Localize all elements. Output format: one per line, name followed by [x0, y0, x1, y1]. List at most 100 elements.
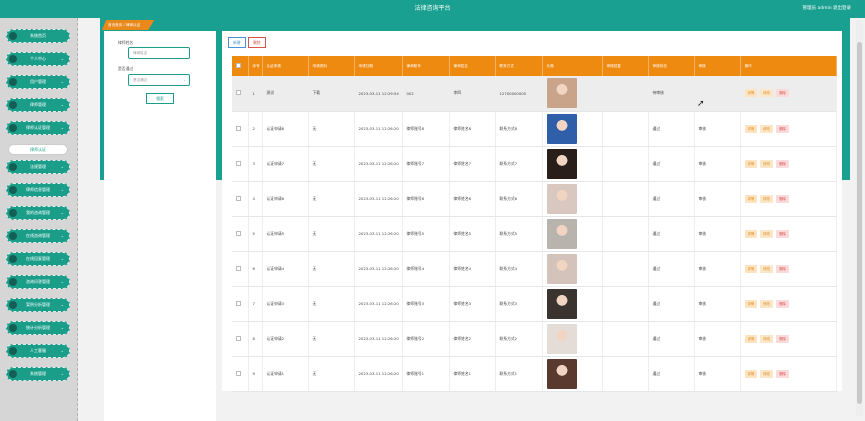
table-row[interactable]: 4 认证申请6 无 2023-03-11 12:26:20 律师账号6 律师姓名6 联系方式… [232, 181, 837, 217]
row-select-cell[interactable] [232, 146, 249, 182]
sidebar-item-14[interactable]: 人工客服 ⌄ [6, 344, 70, 358]
search-button[interactable]: 搜索 [146, 93, 174, 104]
delete-button[interactable]: 删除 [248, 37, 266, 48]
table-row[interactable]: 7 认证申请3 无 2023-03-11 12:26:20 律师账号3 律师姓名3 联系方式… [232, 286, 837, 322]
add-button[interactable]: 新增 [228, 37, 246, 48]
detail-button[interactable]: 详情 [744, 299, 758, 308]
edit-button[interactable]: 修改 [760, 264, 774, 273]
sidebar-item-4[interactable]: 律师认证管理 ⌄ [6, 121, 70, 135]
sidebar-item-8[interactable]: 我的咨询管理 ⌄ [6, 206, 70, 220]
table-row[interactable]: 6 认证申请4 无 2023-03-11 12:26:20 律师账号4 律师姓名4 联系方式… [232, 251, 837, 287]
avatar[interactable] [546, 253, 577, 284]
avatar[interactable] [546, 358, 577, 389]
avatar[interactable] [546, 148, 577, 179]
avatar[interactable] [546, 183, 577, 214]
row-select-cell[interactable] [232, 181, 249, 217]
row-select-cell[interactable] [232, 216, 249, 252]
scrollbar[interactable] [856, 20, 863, 416]
detail-button[interactable]: 详情 [744, 89, 758, 98]
edit-button[interactable]: 修改 [760, 369, 774, 378]
sidebar-item-1[interactable]: 个人中心 ⌄ [6, 52, 70, 66]
edit-button[interactable]: 修改 [760, 89, 774, 98]
avatar[interactable] [546, 78, 577, 109]
avatar[interactable] [546, 218, 577, 249]
user-info[interactable]: 管理员 admin 退出登录 [803, 0, 851, 18]
sidebar-item-0[interactable]: 系统首页 [6, 29, 70, 43]
row-delete-button[interactable]: 删除 [776, 264, 789, 273]
sidebar-item-11[interactable]: 咨询问答管理 ⌄ [6, 275, 70, 289]
row-select-cell[interactable] [232, 286, 249, 322]
sidebar-item-9[interactable]: 在线咨询管理 ⌄ [6, 229, 70, 243]
table-row[interactable]: 9 认证申请1 无 2023-03-11 12:26:20 律师账号1 律师姓名1 联系方式… [232, 356, 837, 392]
row-checkbox[interactable] [236, 265, 241, 271]
edit-button[interactable]: 修改 [760, 124, 774, 133]
row-select-cell[interactable] [232, 356, 249, 392]
detail-button[interactable]: 详情 [744, 159, 758, 168]
cell-review[interactable]: 审核 [694, 321, 741, 357]
row-delete-button[interactable]: 删除 [776, 194, 789, 203]
edit-button[interactable]: 修改 [760, 334, 774, 343]
scrollbar-thumb[interactable] [857, 42, 862, 404]
row-select-cell[interactable] [232, 321, 249, 357]
cell-review[interactable]: 审核 [694, 146, 741, 182]
row-delete-button[interactable]: 删除 [776, 89, 789, 98]
sidebar-item-15[interactable]: 系统管理 ⌄ [6, 367, 70, 381]
table-row[interactable]: 1 测试 下载 2023-03-11 12:29:54 002 李四 12700000005… [232, 76, 837, 112]
row-delete-button[interactable]: 删除 [776, 299, 789, 308]
cell-review[interactable]: 审核 [694, 286, 741, 322]
sidebar-item-10[interactable]: 在线回复管理 ⌄ [6, 252, 70, 266]
avatar[interactable] [546, 113, 577, 144]
cell-review[interactable]: 审核 [694, 111, 741, 147]
edit-button[interactable]: 修改 [760, 229, 774, 238]
row-checkbox[interactable] [236, 335, 241, 341]
select-all-checkbox[interactable] [236, 63, 241, 68]
cell-no: 6 [248, 251, 263, 287]
row-select-cell[interactable] [232, 111, 249, 147]
row-delete-button[interactable]: 删除 [776, 124, 789, 133]
name-filter-input[interactable]: 律师姓名 [128, 47, 190, 59]
detail-button[interactable]: 详情 [744, 264, 758, 273]
breadcrumb[interactable]: 首页首页 / 律师认证 [102, 20, 154, 30]
row-select-cell[interactable] [232, 76, 249, 112]
detail-button[interactable]: 详情 [744, 194, 758, 203]
row-select-cell[interactable] [232, 251, 249, 287]
cell-review[interactable]: 审核 [694, 356, 741, 392]
row-delete-button[interactable]: 删除 [776, 334, 789, 343]
edit-button[interactable]: 修改 [760, 194, 774, 203]
sidebar-item-7[interactable]: 律师信息管理 ⌄ [6, 183, 70, 197]
status-filter-select[interactable]: 是否通过 ⌄ [128, 74, 190, 86]
table-row[interactable]: 2 认证申请8 无 2023-03-11 12:26:20 律师账号8 律师姓名8 联系方式… [232, 111, 837, 147]
row-checkbox[interactable] [236, 300, 241, 306]
sidebar-item-3[interactable]: 律师管理 ⌄ [6, 98, 70, 112]
sidebar-item-12[interactable]: 案例分析管理 ⌄ [6, 298, 70, 312]
row-delete-button[interactable]: 删除 [776, 229, 789, 238]
detail-button[interactable]: 详情 [744, 229, 758, 238]
avatar[interactable] [546, 288, 577, 319]
detail-button[interactable]: 详情 [744, 369, 758, 378]
detail-button[interactable]: 详情 [744, 334, 758, 343]
cell-review[interactable]: 审核 [694, 216, 741, 252]
sidebar-item-6[interactable]: 法规管理 ⌄ [6, 160, 70, 174]
row-checkbox[interactable] [236, 230, 241, 236]
sidebar-item-5[interactable]: 律师认证 [8, 144, 68, 155]
sidebar-item-13[interactable]: 统计分析管理 ⌄ [6, 321, 70, 335]
edit-button[interactable]: 修改 [760, 299, 774, 308]
row-checkbox[interactable] [236, 160, 241, 166]
cell-review[interactable]: 审核 [694, 251, 741, 287]
table-row[interactable]: 3 认证申请7 无 2023-03-11 12:26:20 律师账号7 律师姓名7 联系方式… [232, 146, 837, 182]
row-checkbox[interactable] [236, 370, 241, 376]
row-delete-button[interactable]: 删除 [776, 369, 789, 378]
cell-review[interactable]: 审核 [694, 181, 741, 217]
row-checkbox[interactable] [236, 125, 241, 131]
sidebar-item-2[interactable]: 用户管理 ⌄ [6, 75, 70, 89]
avatar[interactable] [546, 323, 577, 354]
table-row[interactable]: 8 认证申请2 无 2023-03-11 12:26:20 律师账号2 律师姓名2 联系方式… [232, 321, 837, 357]
column-header[interactable] [232, 56, 249, 76]
row-checkbox[interactable] [236, 195, 241, 201]
row-delete-button[interactable]: 删除 [776, 159, 789, 168]
detail-button[interactable]: 详情 [744, 124, 758, 133]
table-row[interactable]: 5 认证申请5 无 2023-03-11 12:26:20 律师账号5 律师姓名5 联系方式… [232, 216, 837, 252]
edit-button[interactable]: 修改 [760, 159, 774, 168]
cell-doc[interactable]: 下载 [308, 76, 355, 112]
row-checkbox[interactable] [236, 90, 241, 96]
